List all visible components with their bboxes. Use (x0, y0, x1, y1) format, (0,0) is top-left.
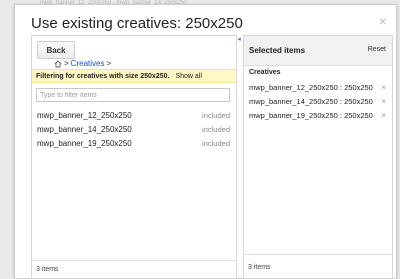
selected-items-header: Selected items Reset (244, 36, 392, 66)
included-status: included (202, 110, 230, 120)
list-item: mwp_banner_12_250x250 : 250x250 × (244, 80, 392, 94)
home-icon[interactable] (54, 59, 62, 68)
left-item-count: 3 items (32, 260, 236, 278)
selected-items-panel: Selected items Reset Creatives mwp_banne… (243, 35, 393, 279)
close-icon[interactable]: × (379, 13, 387, 29)
included-status: included (202, 138, 230, 148)
size-filter-notice: Filtering for creatives with size 250x25… (32, 69, 236, 83)
creative-name: mwp_banner_19_250x250 (37, 138, 132, 148)
selected-item-name: mwp_banner_19_250x250 : 250x250 (249, 110, 373, 120)
creative-name: mwp_banner_12_250x250 (37, 110, 132, 120)
creatives-section-label: Creatives (249, 69, 281, 76)
remove-icon[interactable]: × (381, 83, 386, 92)
reset-button[interactable]: Reset (368, 46, 386, 53)
list-item[interactable]: mwp_banner_14_250x250 included (32, 122, 236, 136)
remove-icon[interactable]: × (381, 97, 386, 106)
list-item[interactable]: mwp_banner_19_250x250 included (32, 136, 236, 150)
creatives-list: mwp_banner_12_250x250 included mwp_banne… (32, 108, 236, 150)
list-item: mwp_banner_19_250x250 : 250x250 × (244, 108, 392, 122)
right-item-count: 3 items (244, 254, 392, 278)
breadcrumb-separator: > (64, 59, 69, 68)
back-button[interactable]: Back (37, 41, 75, 59)
dialog-title: Use existing creatives: 250x250 (31, 15, 243, 32)
included-status: included (202, 124, 230, 134)
selected-item-name: mwp_banner_12_250x250 : 250x250 (249, 82, 373, 92)
filter-items-input[interactable] (36, 88, 230, 102)
filter-notice-text: Filtering for creatives with size 250x25… (36, 72, 170, 80)
collapse-arrow-icon[interactable]: ◂ (235, 36, 243, 44)
remove-icon[interactable]: × (381, 111, 386, 120)
use-existing-creatives-dialog: Use existing creatives: 250x250 × Back >… (14, 4, 397, 279)
selected-items-list: mwp_banner_12_250x250 : 250x250 × mwp_ba… (244, 80, 392, 122)
selected-items-title: Selected items (249, 46, 306, 55)
breadcrumb: > Creatives > (54, 59, 111, 68)
creatives-browser-panel: Back > Creatives > Filtering for creativ… (31, 35, 237, 279)
breadcrumb-separator: > (106, 59, 112, 68)
list-item[interactable]: mwp_banner_12_250x250 included (32, 108, 236, 122)
show-all-link[interactable]: Show all (175, 73, 201, 80)
list-item: mwp_banner_14_250x250 : 250x250 × (244, 94, 392, 108)
breadcrumb-link-creatives[interactable]: Creatives (71, 59, 105, 68)
creative-name: mwp_banner_14_250x250 (37, 124, 132, 134)
selected-item-name: mwp_banner_14_250x250 : 250x250 (249, 96, 373, 106)
